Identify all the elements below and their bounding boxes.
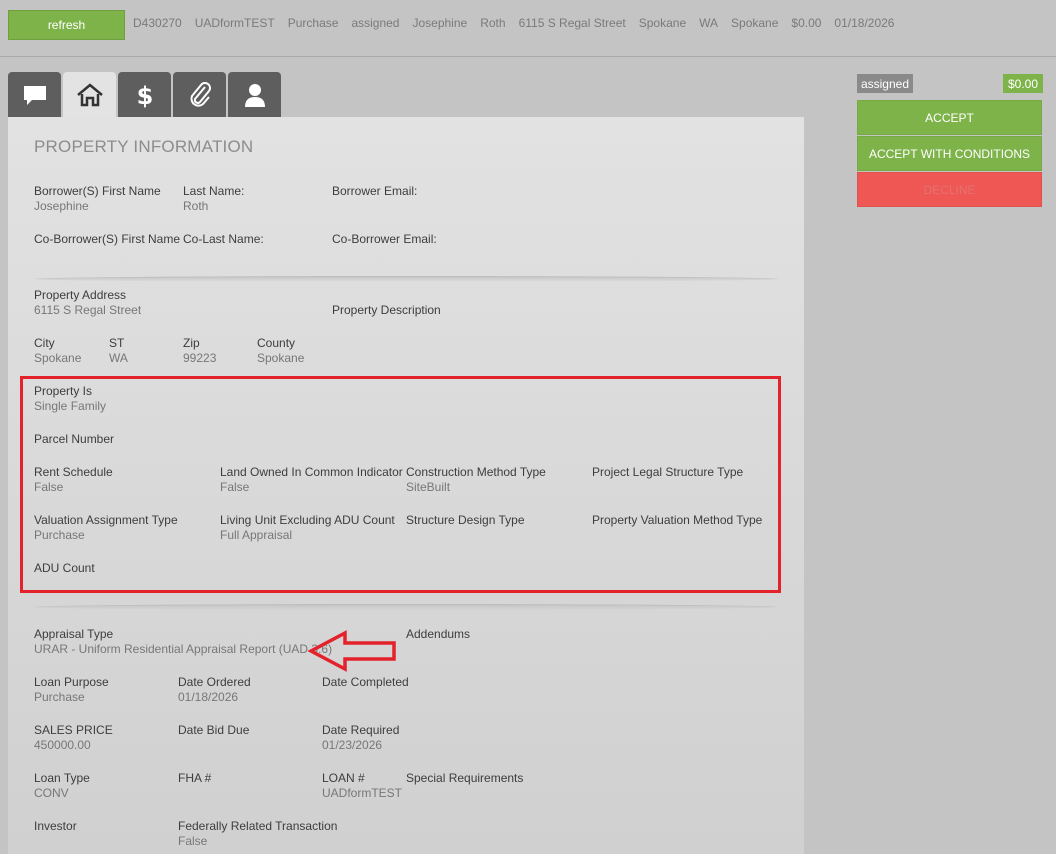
tab-bar: $ (8, 72, 281, 117)
message-icon (23, 85, 46, 105)
tab-attachments[interactable] (173, 72, 226, 117)
parcel-number-field: Parcel Number (34, 432, 115, 446)
tab-messages[interactable] (8, 72, 61, 117)
summary-purpose: Purchase (287, 16, 339, 30)
tab-contacts[interactable] (228, 72, 281, 117)
paperclip-icon (190, 81, 211, 107)
project-legal-structure-field: Project Legal Structure Type (592, 465, 744, 479)
loan-number-field: LOAN # UADformTEST (322, 771, 403, 800)
section-title: PROPERTY INFORMATION (34, 137, 254, 156)
home-icon (76, 82, 103, 106)
summary-city: Spokane (638, 16, 687, 30)
property-description-field: Property Description (332, 303, 441, 317)
date-required-field: Date Required 01/23/2026 (322, 723, 400, 752)
structure-design-field: Structure Design Type (406, 513, 525, 527)
federally-related-field: Federally Related Transaction False (178, 819, 338, 848)
refresh-button[interactable]: refresh (8, 10, 125, 40)
summary-fee: $0.00 (791, 16, 822, 30)
summary-status: assigned (351, 16, 400, 30)
summary-form: UADformTEST (194, 16, 275, 30)
fee-badge: $0.00 (1003, 74, 1043, 93)
state-field: ST WA (109, 336, 128, 365)
dollar-icon: $ (136, 82, 153, 109)
arrow-left-icon (308, 630, 396, 672)
valuation-assignment-field: Valuation Assignment Type Purchase (34, 513, 178, 542)
appraisal-type-field: Appraisal Type URAR - Uniform Residentia… (34, 627, 333, 656)
fha-number-field: FHA # (178, 771, 212, 785)
user-icon (244, 83, 265, 107)
accept-with-conditions-button[interactable]: ACCEPT WITH CONDITIONS (857, 136, 1042, 171)
special-requirements-field: Special Requirements (406, 771, 524, 785)
date-ordered-field: Date Ordered 01/18/2026 (178, 675, 251, 704)
svg-text:$: $ (136, 82, 153, 109)
borrower-first-name-field: Borrower(S) First Name Josephine (34, 184, 161, 213)
tab-fees[interactable]: $ (118, 72, 171, 117)
summary-order-id: D430270 (133, 16, 182, 30)
summary-county: Spokane (731, 16, 779, 30)
section-divider (34, 604, 778, 610)
summary-date: 01/18/2026 (834, 16, 895, 30)
accept-button[interactable]: ACCEPT (857, 100, 1042, 135)
status-badge: assigned (857, 74, 913, 93)
rent-schedule-field: Rent Schedule False (34, 465, 113, 494)
property-address-field: Property Address 6115 S Regal Street (34, 288, 142, 317)
city-field: City Spokane (34, 336, 82, 365)
summary-state: WA (699, 16, 719, 30)
section-divider (34, 276, 778, 282)
date-completed-field: Date Completed (322, 675, 409, 689)
order-summary: D430270 UADformTEST Purchase assigned Jo… (133, 16, 894, 30)
summary-last-name: Roth (480, 16, 506, 30)
top-bar: refresh D430270 UADformTEST Purchase ass… (0, 0, 1056, 57)
borrower-last-name-field: Last Name: Roth (183, 184, 245, 213)
summary-first-name: Josephine (412, 16, 468, 30)
zip-field: Zip 99223 (183, 336, 217, 365)
addendums-field: Addendums (406, 627, 471, 641)
adu-count-field: ADU Count (34, 561, 95, 575)
co-borrower-email-field: Co-Borrower Email: (332, 232, 437, 246)
decline-button[interactable]: DECLINE (857, 172, 1042, 207)
investor-field: Investor (34, 819, 77, 833)
tab-property[interactable] (63, 72, 116, 117)
county-field: County Spokane (257, 336, 305, 365)
date-bid-due-field: Date Bid Due (178, 723, 250, 737)
land-owned-field: Land Owned In Common Indicator False (220, 465, 403, 494)
loan-purpose-field: Loan Purpose Purchase (34, 675, 109, 704)
loan-type-field: Loan Type CONV (34, 771, 90, 800)
co-borrower-last-name-field: Co-Last Name: (183, 232, 264, 246)
sales-price-field: SALES PRICE 450000.00 (34, 723, 113, 752)
borrower-email-field: Borrower Email: (332, 184, 418, 198)
property-is-field: Property Is Single Family (34, 384, 107, 413)
valuation-method-field: Property Valuation Method Type (592, 513, 763, 527)
co-borrower-first-name-field: Co-Borrower(S) First Name (34, 232, 181, 246)
construction-method-field: Construction Method Type SiteBuilt (406, 465, 546, 494)
summary-address: 6115 S Regal Street (518, 16, 626, 30)
property-information-panel: PROPERTY INFORMATION Borrower(S) First N… (8, 117, 804, 854)
living-unit-field: Living Unit Excluding ADU Count Full App… (220, 513, 395, 542)
